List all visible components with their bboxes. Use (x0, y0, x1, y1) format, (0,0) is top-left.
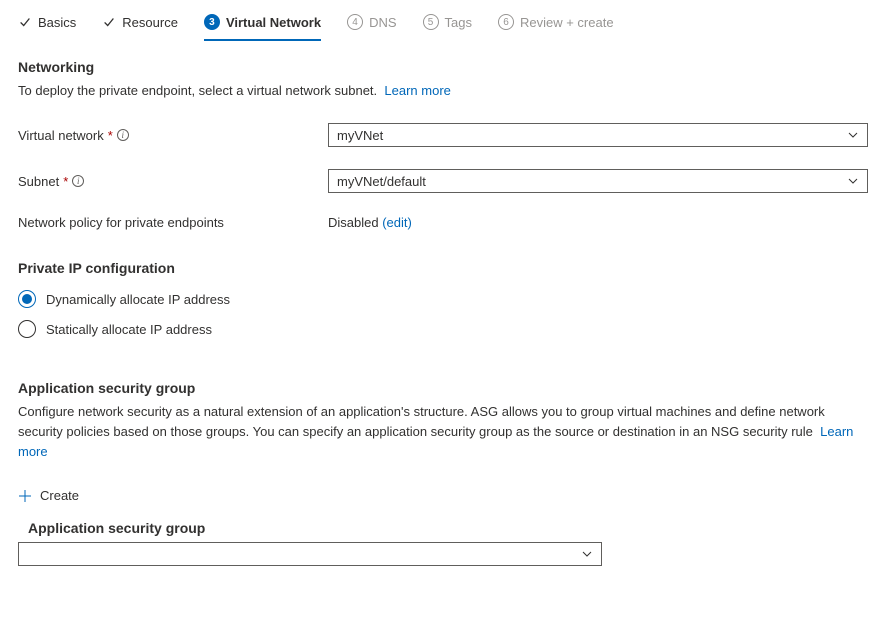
step-number-icon: 4 (347, 14, 363, 30)
tab-virtual-network[interactable]: 3 Virtual Network (204, 10, 321, 40)
tab-review-create[interactable]: 6 Review + create (498, 10, 614, 40)
info-icon[interactable]: i (72, 175, 84, 187)
radio-icon (18, 320, 36, 338)
button-label: Create (40, 488, 79, 503)
radio-dynamic-ip[interactable]: Dynamically allocate IP address (18, 284, 890, 314)
step-number-icon: 6 (498, 14, 514, 30)
virtual-network-select[interactable]: myVNet (328, 123, 868, 147)
tab-label: Tags (445, 15, 472, 30)
field-virtual-network: Virtual network * i myVNet (18, 123, 872, 147)
tab-dns[interactable]: 4 DNS (347, 10, 396, 40)
ip-allocation-radio-group: Dynamically allocate IP address Statical… (0, 284, 890, 344)
field-network-policy: Network policy for private endpoints Dis… (18, 215, 872, 230)
required-marker: * (63, 174, 68, 189)
create-asg-button[interactable]: Create (18, 488, 79, 503)
asg-field-label: Application security group (28, 520, 890, 536)
section-description: To deploy the private endpoint, select a… (18, 81, 872, 101)
section-description: Configure network security as a natural … (18, 402, 872, 462)
select-value: myVNet (337, 128, 383, 143)
radio-static-ip[interactable]: Statically allocate IP address (18, 314, 890, 344)
chevron-down-icon (847, 129, 859, 141)
check-icon (102, 15, 116, 29)
field-label: Subnet * i (18, 174, 328, 189)
select-value: myVNet/default (337, 174, 426, 189)
tab-tags[interactable]: 5 Tags (423, 10, 472, 40)
field-subnet: Subnet * i myVNet/default (18, 169, 872, 193)
check-icon (18, 15, 32, 29)
step-number-icon: 5 (423, 14, 439, 30)
section-asg: Application security group Configure net… (0, 344, 890, 462)
section-private-ip: Private IP configuration (0, 230, 890, 276)
section-title: Networking (18, 59, 872, 75)
section-networking: Networking To deploy the private endpoin… (0, 41, 890, 230)
info-icon[interactable]: i (117, 129, 129, 141)
tab-label: DNS (369, 15, 396, 30)
radio-icon (18, 290, 36, 308)
network-policy-value: Disabled (edit) (328, 215, 412, 230)
tab-label: Resource (122, 15, 178, 30)
tab-label: Review + create (520, 15, 614, 30)
section-title: Application security group (18, 380, 872, 396)
radio-label: Dynamically allocate IP address (46, 292, 230, 307)
tab-label: Virtual Network (226, 15, 321, 30)
learn-more-link[interactable]: Learn more (384, 83, 450, 98)
radio-label: Statically allocate IP address (46, 322, 212, 337)
chevron-down-icon (581, 548, 593, 560)
tab-label: Basics (38, 15, 76, 30)
section-title: Private IP configuration (18, 260, 872, 276)
chevron-down-icon (847, 175, 859, 187)
wizard-tabs: Basics Resource 3 Virtual Network 4 DNS … (0, 0, 890, 41)
edit-link[interactable]: (edit) (382, 215, 412, 230)
subnet-select[interactable]: myVNet/default (328, 169, 868, 193)
field-label: Virtual network * i (18, 128, 328, 143)
required-marker: * (108, 128, 113, 143)
field-label: Network policy for private endpoints (18, 215, 328, 230)
step-number-icon: 3 (204, 14, 220, 30)
tab-basics[interactable]: Basics (18, 11, 76, 40)
asg-select[interactable] (18, 542, 602, 566)
plus-icon (18, 489, 32, 503)
tab-resource[interactable]: Resource (102, 11, 178, 40)
